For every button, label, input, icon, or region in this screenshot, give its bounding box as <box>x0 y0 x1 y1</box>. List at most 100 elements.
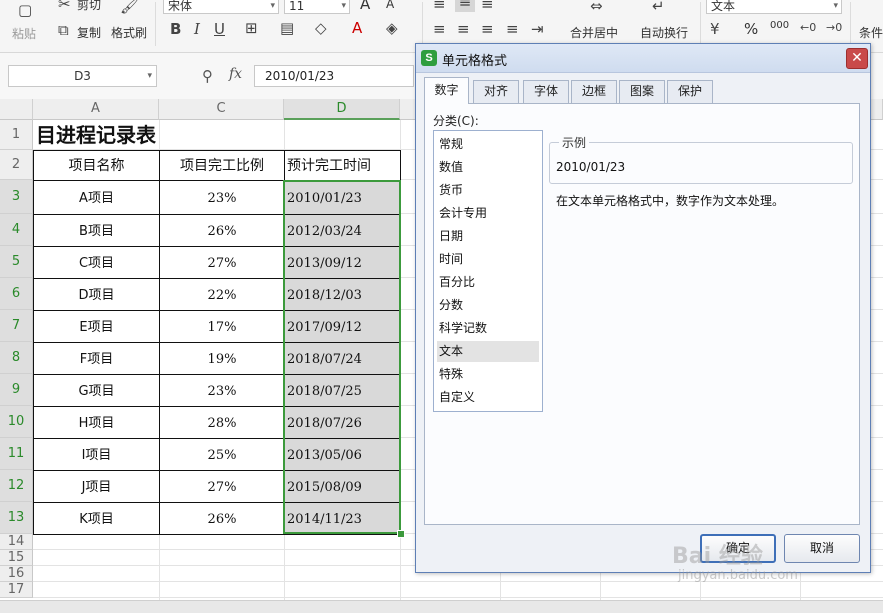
cut-button[interactable]: 剪切 <box>77 0 101 13</box>
wrap-text-button[interactable]: 自动换行 <box>640 24 688 41</box>
increase-decimal-icon[interactable]: ←0 <box>800 20 816 36</box>
table-cell[interactable]: 26% <box>159 502 285 535</box>
row-header[interactable]: 4 <box>0 214 33 246</box>
column-header[interactable]: C <box>159 99 284 120</box>
number-format-select[interactable]: 文本 ▾ <box>706 0 842 14</box>
wrap-text-icon[interactable]: ↵ <box>652 0 665 14</box>
copy-button[interactable]: 复制 <box>77 24 101 41</box>
table-cell[interactable]: E项目 <box>33 310 160 343</box>
table-cell[interactable]: 23% <box>159 374 285 407</box>
row-header[interactable]: 8 <box>0 342 33 374</box>
category-item[interactable]: 常规 <box>437 134 539 155</box>
conditional-format-button[interactable]: 条件 <box>859 24 883 41</box>
paste-button[interactable]: 粘贴 <box>12 25 36 42</box>
row-header[interactable]: 7 <box>0 310 33 342</box>
row-header[interactable]: 6 <box>0 278 33 310</box>
table-cell[interactable]: 25% <box>159 438 285 471</box>
table-cell[interactable]: 27% <box>159 246 285 279</box>
align-top-icon[interactable]: ≡ <box>433 0 446 12</box>
zoom-icon[interactable]: ⚲ <box>202 67 213 85</box>
category-item[interactable]: 日期 <box>437 226 539 247</box>
category-item[interactable]: 特殊 <box>437 364 539 385</box>
bold-icon[interactable]: B <box>170 21 181 37</box>
percent-button[interactable]: % <box>744 20 758 38</box>
row-header[interactable]: 10 <box>0 406 33 438</box>
table-cell[interactable]: 27% <box>159 470 285 503</box>
align-center-icon[interactable]: ≡ <box>457 21 470 37</box>
row-header[interactable]: 15 <box>0 550 33 566</box>
align-right-icon[interactable]: ≡ <box>481 21 494 37</box>
row-header[interactable]: 3 <box>0 180 33 214</box>
row-header[interactable]: 16 <box>0 566 33 582</box>
format-painter-icon[interactable]: 🖌 <box>120 0 139 14</box>
align-middle-icon[interactable]: ≡ <box>455 0 475 12</box>
tab-number[interactable]: 数字 <box>424 77 469 104</box>
row-header[interactable]: 9 <box>0 374 33 406</box>
category-item[interactable]: 百分比 <box>437 272 539 293</box>
tab-protection[interactable]: 保护 <box>667 80 713 103</box>
italic-icon[interactable]: I <box>194 21 200 37</box>
tab-alignment[interactable]: 对齐 <box>473 80 519 103</box>
category-item[interactable]: 会计专用 <box>437 203 539 224</box>
row-header[interactable]: 11 <box>0 438 33 470</box>
table-cell[interactable]: B项目 <box>33 214 160 247</box>
indent-icon[interactable]: ⇥ <box>531 21 544 37</box>
select-all-corner[interactable] <box>0 99 33 120</box>
category-item[interactable]: 数值 <box>437 157 539 178</box>
tab-border[interactable]: 边框 <box>571 80 617 103</box>
font-color-icon[interactable]: A <box>352 20 362 36</box>
table-cell[interactable]: F项目 <box>33 342 160 375</box>
table-cell[interactable]: K项目 <box>33 502 160 535</box>
table-cell[interactable]: H项目 <box>33 406 160 439</box>
table-cell[interactable]: 23% <box>159 180 285 215</box>
copy-icon[interactable]: ⧉ <box>58 22 69 38</box>
table-cell[interactable]: I项目 <box>33 438 160 471</box>
fill-handle[interactable] <box>397 530 405 538</box>
row-header[interactable]: 13 <box>0 502 33 534</box>
formula-input[interactable]: 2010/01/23 <box>254 65 414 87</box>
close-button[interactable]: ✕ <box>846 48 868 69</box>
cancel-button[interactable]: 取消 <box>784 534 860 563</box>
table-cell[interactable]: A项目 <box>33 180 160 215</box>
merge-center-button[interactable]: 合并居中 <box>570 24 618 41</box>
table-cell[interactable]: 26% <box>159 214 285 247</box>
dialog-titlebar[interactable]: S 单元格格式 ✕ <box>416 44 870 73</box>
row-header[interactable]: 1 <box>0 120 33 150</box>
category-item[interactable]: 货币 <box>437 180 539 201</box>
column-header[interactable]: D <box>284 99 400 120</box>
cut-icon[interactable]: ✂ <box>58 0 71 12</box>
category-item[interactable]: 分数 <box>437 295 539 316</box>
align-bottom-icon[interactable]: ≡ <box>481 0 494 12</box>
category-item[interactable]: 科学记数 <box>437 318 539 339</box>
tab-font[interactable]: 字体 <box>523 80 569 103</box>
row-header[interactable]: 12 <box>0 470 33 502</box>
justify-icon[interactable]: ≡ <box>506 21 519 37</box>
format-painter-button[interactable]: 格式刷 <box>111 24 147 41</box>
thousands-button[interactable]: 000 <box>770 20 789 31</box>
table-cell[interactable]: 22% <box>159 278 285 311</box>
currency-icon[interactable]: ¥ <box>710 21 720 37</box>
align-left-icon[interactable]: ≡ <box>433 21 446 37</box>
underline-icon[interactable]: U <box>214 21 225 37</box>
category-item[interactable]: 自定义 <box>437 387 539 408</box>
table-cell[interactable]: J项目 <box>33 470 160 503</box>
name-box[interactable]: D3 ▾ <box>8 65 157 87</box>
font-shrink-button[interactable]: A <box>386 0 394 11</box>
row-header[interactable]: 5 <box>0 246 33 278</box>
table-cell[interactable]: 28% <box>159 406 285 439</box>
column-header[interactable]: A <box>33 99 159 120</box>
table-cell[interactable]: 19% <box>159 342 285 375</box>
clear-icon[interactable]: ◈ <box>386 20 398 36</box>
row-header[interactable]: 17 <box>0 582 33 598</box>
insert-function-button[interactable]: fx <box>229 66 242 82</box>
table-header-cell[interactable]: 预计完工时间 <box>284 150 401 181</box>
table-cell[interactable]: G项目 <box>33 374 160 407</box>
table-header-cell[interactable]: 项目名称 <box>33 150 160 181</box>
fill-color-icon[interactable]: ◇ <box>315 20 327 36</box>
sheet-tab-bar[interactable] <box>0 600 883 613</box>
table-cell[interactable]: 17% <box>159 310 285 343</box>
merge-center-icon[interactable]: ⇔ <box>590 0 603 14</box>
table-cell[interactable]: C项目 <box>33 246 160 279</box>
sheet-title-cell[interactable]: 目进程记录表 <box>36 120 286 150</box>
category-item[interactable]: 文本 <box>437 341 539 362</box>
